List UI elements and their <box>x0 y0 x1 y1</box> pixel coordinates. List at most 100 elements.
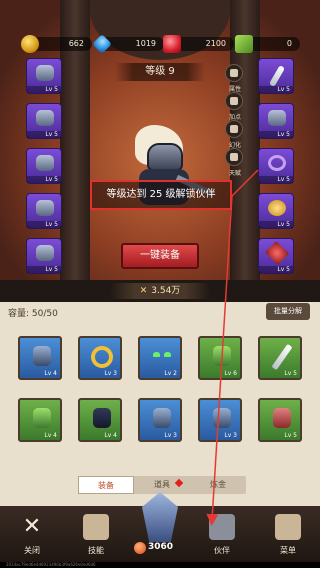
mask-icon <box>153 346 171 366</box>
helmet-icon <box>33 408 51 428</box>
boots-icon <box>273 408 291 428</box>
inventory-item[interactable]: Lv 2 <box>138 336 182 380</box>
inventory-item[interactable]: Lv 3 <box>78 336 122 380</box>
item-level: Lv 5 <box>284 370 297 377</box>
power-bar: ✕ 3.54万 <box>0 280 320 302</box>
add-points-icon <box>230 97 238 105</box>
gloves-icon <box>36 200 54 216</box>
gold-value: 662 <box>68 39 84 48</box>
ticket-value: 0 <box>286 39 292 48</box>
green-ticket-icon <box>235 35 253 53</box>
slot-level: Lv 5 <box>27 266 61 273</box>
inventory-item[interactable]: Lv 6 <box>198 336 242 380</box>
nav-skills[interactable]: 技能 <box>70 514 122 556</box>
nav-skills-label: 技能 <box>88 546 104 555</box>
ring-icon <box>91 346 113 368</box>
armor-icon <box>268 110 286 126</box>
helmet-icon <box>153 408 171 428</box>
bulk-decompose-button[interactable]: 批量分解 <box>266 303 310 320</box>
nav-menu-label: 菜单 <box>280 546 296 555</box>
auto-equip-button[interactable]: 一键装备 <box>121 243 199 269</box>
gold-currency[interactable]: 662 <box>21 35 92 53</box>
equip-slot-left-2[interactable]: Lv 5 <box>26 103 62 139</box>
power-number: 3.54万 <box>151 286 181 296</box>
item-level: Lv 3 <box>164 432 177 439</box>
item-level: Lv 4 <box>44 370 57 377</box>
hat-icon <box>36 65 54 81</box>
center-gem-button[interactable]: 3060 <box>130 492 190 562</box>
inventory-panel: 容量: 50/50 批量分解 Lv 4 Lv 3 Lv 2 Lv 6 Lv 5 … <box>0 298 320 506</box>
inventory-item[interactable]: Lv 3 <box>198 398 242 442</box>
ruby-currency[interactable]: 2100 <box>163 35 234 53</box>
nav-partner[interactable]: 伙伴 <box>196 514 248 556</box>
nav-close-label: 关闭 <box>24 546 40 555</box>
sword-icon <box>271 343 293 371</box>
inventory-capacity: 容量: 50/50 <box>8 309 58 319</box>
slot-level: Lv 5 <box>27 86 61 93</box>
talent-button[interactable]: 天赋 <box>225 148 243 177</box>
helmet-icon <box>213 408 231 428</box>
equip-slot-right-3[interactable]: Lv 5 <box>258 148 294 184</box>
equip-slot-left-5[interactable]: Lv 5 <box>26 238 62 274</box>
blue-gem-currency[interactable]: 1019 <box>92 34 164 54</box>
ticket-currency[interactable]: 0 <box>235 35 300 53</box>
slot-level: Lv 5 <box>27 221 61 228</box>
inventory-item[interactable]: Lv 5 <box>258 398 302 442</box>
ring-icon <box>268 155 286 171</box>
attributes-button[interactable]: 属性 <box>225 64 243 93</box>
slot-level: Lv 5 <box>27 176 61 183</box>
skills-icon <box>83 514 109 540</box>
mask-icon <box>36 155 54 171</box>
orange-coin-icon <box>134 542 146 554</box>
ruby-value: 2100 <box>205 39 226 48</box>
emblem-icon <box>264 240 290 266</box>
equip-slot-right-4[interactable]: Lv 5 <box>258 193 294 229</box>
helmet-icon <box>213 346 231 366</box>
bottom-nav: ✕ 关闭 技能 3060 伙伴 菜单 <box>0 492 320 568</box>
transform-button[interactable]: 幻化 <box>225 120 243 149</box>
equip-slot-left-1[interactable]: Lv 5 <box>26 58 62 94</box>
nav-partner-label: 伙伴 <box>214 546 230 555</box>
menu-icon <box>275 514 301 540</box>
blue-gem-icon <box>92 34 112 54</box>
item-level: Lv 3 <box>224 432 237 439</box>
inventory-item[interactable]: Lv 4 <box>18 398 62 442</box>
partner-icon <box>209 514 235 540</box>
equip-slot-right-5[interactable]: Lv 5 <box>258 238 294 274</box>
equip-slot-right-1[interactable]: Lv 5 <box>258 58 294 94</box>
footer-id: 2024ac79ed6e4d6923496b3f9a626e0ed6d6 <box>0 562 320 568</box>
hero-helmet <box>147 143 183 171</box>
sword-icon <box>268 64 286 88</box>
talent-label: 天赋 <box>228 170 241 177</box>
boots-icon <box>93 408 111 428</box>
crystal-icon <box>142 492 178 542</box>
item-level: Lv 4 <box>44 432 57 439</box>
equip-slot-right-2[interactable]: Lv 5 <box>258 103 294 139</box>
blue-gem-value: 1019 <box>135 39 156 48</box>
attributes-icon <box>230 69 238 77</box>
inventory-item[interactable]: Lv 5 <box>258 336 302 380</box>
item-level: Lv 4 <box>104 432 117 439</box>
transform-icon <box>230 125 238 133</box>
inventory-grid: Lv 4 Lv 3 Lv 2 Lv 6 Lv 5 Lv 4 Lv 4 Lv 3 … <box>18 336 306 464</box>
item-level: Lv 2 <box>164 370 177 377</box>
inventory-item[interactable]: Lv 3 <box>138 398 182 442</box>
slot-level: Lv 5 <box>27 131 61 138</box>
item-level: Lv 5 <box>284 432 297 439</box>
gloves-icon <box>33 346 51 366</box>
nav-close[interactable]: ✕ 关闭 <box>6 514 58 556</box>
equip-slot-left-3[interactable]: Lv 5 <box>26 148 62 184</box>
inventory-item[interactable]: Lv 4 <box>78 398 122 442</box>
equip-slot-left-4[interactable]: Lv 5 <box>26 193 62 229</box>
tab-equipment[interactable]: 装备 <box>78 476 134 494</box>
item-level: Lv 3 <box>104 370 117 377</box>
power-value: ✕ 3.54万 <box>110 283 210 299</box>
item-level: Lv 6 <box>224 370 237 377</box>
tab-alchemy[interactable]: 炼金 <box>190 476 246 494</box>
currency-bar: 662 1019 2100 0 <box>0 0 320 62</box>
add-points-button[interactable]: 加点 <box>225 92 243 121</box>
inventory-item[interactable]: Lv 4 <box>18 336 62 380</box>
hero-level: 等级 9 <box>115 63 205 81</box>
nav-menu[interactable]: 菜单 <box>262 514 314 556</box>
slot-level: Lv 5 <box>259 176 293 183</box>
